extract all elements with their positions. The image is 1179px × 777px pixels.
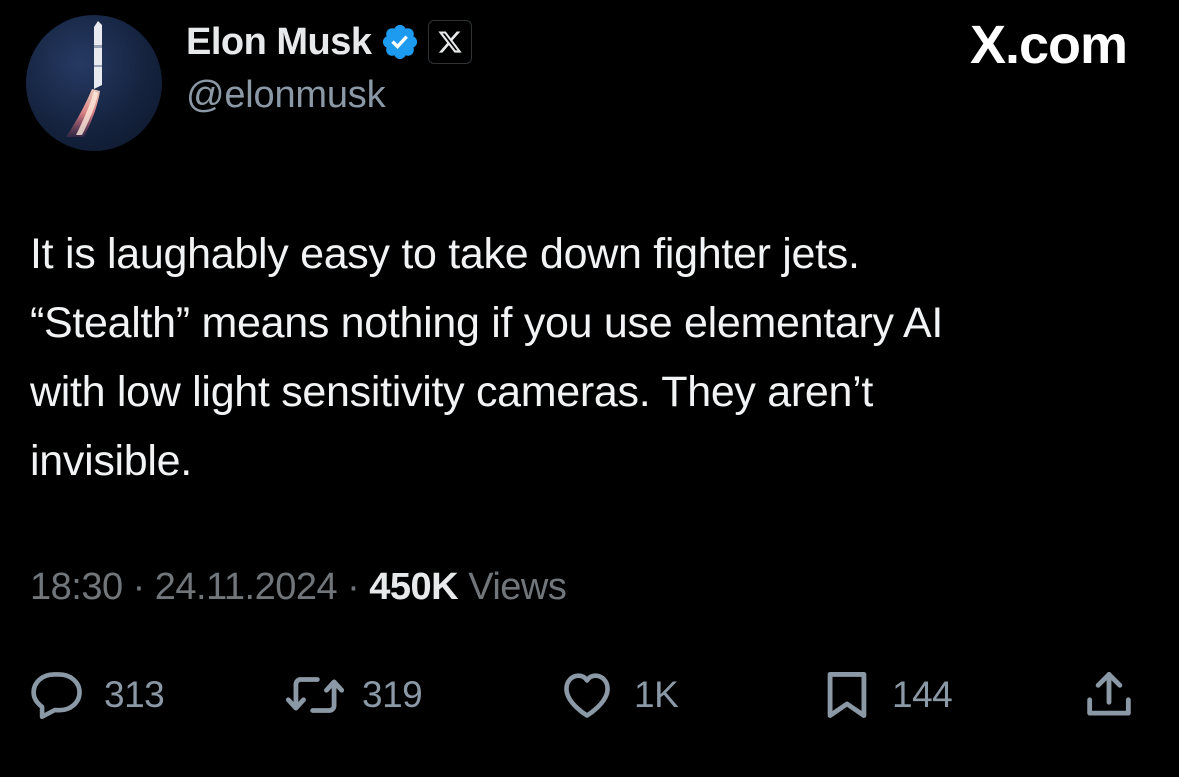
repost-arrows-icon xyxy=(285,677,345,713)
repost-button[interactable]: 319 xyxy=(284,665,423,725)
author-name[interactable]: Elon Musk xyxy=(186,21,372,64)
tweet-meta: 18:30 · 24.11.2024 · 450K Views xyxy=(30,566,567,609)
reply-button[interactable]: 313 xyxy=(30,665,165,725)
tweet-line: invisible. xyxy=(30,437,192,485)
reply-count: 313 xyxy=(104,674,165,715)
heart-icon xyxy=(564,673,610,718)
tweet-time[interactable]: 18:30 xyxy=(30,566,123,608)
verified-badge-icon[interactable] xyxy=(380,22,420,62)
share-upload-icon xyxy=(1087,672,1131,716)
author-handle[interactable]: @elonmusk xyxy=(186,74,386,117)
tweet-line: with low light sensitivity cameras. They… xyxy=(30,368,874,416)
like-count: 1K xyxy=(634,674,679,715)
meta-separator: · xyxy=(132,566,146,608)
views-label: Views xyxy=(468,566,567,608)
x-logo-icon xyxy=(427,20,472,64)
views-count: 450K xyxy=(369,566,459,608)
rocket-launch-image xyxy=(66,21,102,137)
tweet-line: “Stealth” means nothing if you use eleme… xyxy=(30,299,943,347)
avatar[interactable] xyxy=(26,15,162,151)
share-button[interactable] xyxy=(1080,665,1138,725)
tweet-text: It is laughably easy to take down fighte… xyxy=(30,220,1160,496)
bookmark-icon xyxy=(827,672,867,718)
author-row: Elon Musk xyxy=(186,18,472,66)
bookmark-button[interactable]: 144 xyxy=(818,665,953,725)
action-bar: 313 319 1K 144 xyxy=(0,665,1179,725)
tweet-date[interactable]: 24.11.2024 xyxy=(155,566,338,608)
speech-bubble-icon xyxy=(31,672,82,720)
bookmark-count: 144 xyxy=(892,674,953,715)
like-button[interactable]: 1K xyxy=(556,665,679,725)
tweet-card: Elon Musk @elonmusk X.com It is laughabl… xyxy=(0,0,1179,777)
repost-count: 319 xyxy=(362,674,423,715)
meta-separator: · xyxy=(347,566,360,608)
tweet-line: It is laughably easy to take down fighte… xyxy=(30,230,860,278)
site-watermark: X.com xyxy=(969,15,1128,75)
